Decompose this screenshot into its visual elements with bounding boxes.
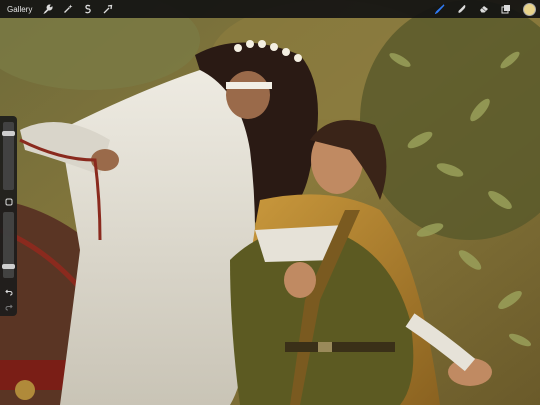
- modify-button-icon[interactable]: [3, 196, 14, 207]
- color-picker-button[interactable]: [523, 2, 536, 16]
- smudge-icon[interactable]: [455, 2, 469, 16]
- right-toolbar: [429, 2, 536, 16]
- brush-size-slider[interactable]: [2, 122, 15, 190]
- eraser-icon[interactable]: [477, 2, 491, 16]
- transform-icon[interactable]: [101, 2, 115, 16]
- redo-icon[interactable]: [3, 301, 14, 312]
- undo-icon[interactable]: [3, 286, 14, 297]
- drawing-canvas[interactable]: [0, 0, 540, 405]
- brush-icon[interactable]: [433, 2, 447, 16]
- selection-icon[interactable]: [81, 2, 95, 16]
- gallery-button[interactable]: Gallery: [7, 5, 32, 14]
- brush-opacity-slider[interactable]: [2, 212, 15, 278]
- layers-icon[interactable]: [499, 2, 513, 16]
- brush-opacity-thumb[interactable]: [2, 264, 15, 269]
- wrench-icon[interactable]: [41, 2, 55, 16]
- magic-wand-icon[interactable]: [61, 2, 75, 16]
- left-sidebar: [0, 116, 17, 316]
- top-toolbar: Gallery: [0, 0, 540, 18]
- brush-size-thumb[interactable]: [2, 131, 15, 136]
